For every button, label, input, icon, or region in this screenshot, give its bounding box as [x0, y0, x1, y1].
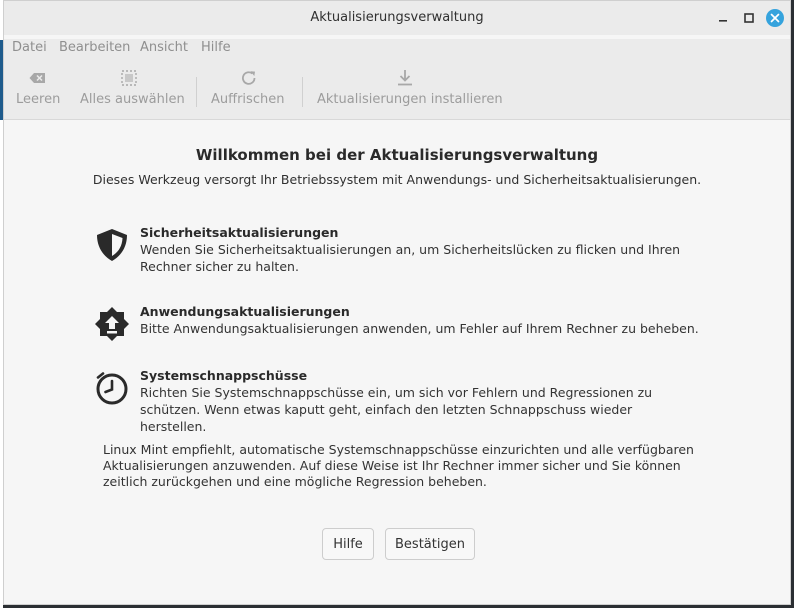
title-bar[interactable]: Aktualisierungsverwaltung — [4, 1, 790, 35]
backspace-icon — [29, 73, 45, 83]
clear-button[interactable]: Leeren — [16, 59, 62, 115]
feature-security: Sicherheitsaktualisierungen Wenden Sie S… — [94, 225, 714, 287]
download-icon — [398, 70, 412, 86]
clear-label: Leeren — [16, 92, 61, 107]
menu-edit[interactable]: Bearbeiten — [59, 40, 130, 55]
feature-applications-title: Anwendungsaktualisierungen — [140, 304, 350, 319]
close-icon — [770, 13, 780, 23]
feature-snapshots-title: Systemschnappschüsse — [140, 368, 308, 383]
install-updates-button[interactable]: Aktualisierungen installieren — [317, 59, 503, 115]
welcome-panel: Willkommen bei der Aktualisierungsverwal… — [4, 120, 790, 604]
menu-help[interactable]: Hilfe — [201, 40, 231, 55]
refresh-icon — [242, 71, 256, 85]
menu-bar: Datei Bearbeiten Ansicht Hilfe — [4, 39, 790, 59]
select-all-icon — [121, 70, 137, 86]
select-all-button[interactable]: Alles auswählen — [80, 59, 185, 115]
window-title: Aktualisierungsverwaltung — [310, 10, 484, 25]
maximize-icon — [744, 13, 754, 23]
help-button[interactable]: Hilfe — [322, 528, 374, 560]
menu-file[interactable]: Datei — [12, 40, 47, 55]
minimize-icon — [719, 20, 727, 22]
update-manager-window: Aktualisierungsverwaltung Datei Bearbeit… — [3, 0, 791, 605]
toolbar-separator — [196, 77, 197, 107]
maximize-button[interactable] — [740, 9, 758, 27]
refresh-button[interactable]: Auffrischen — [211, 59, 285, 115]
select-all-label: Alles auswählen — [80, 92, 185, 107]
confirm-button[interactable]: Bestätigen — [385, 528, 475, 560]
feature-security-description: Wenden Sie Sicherheitsaktualisierungen a… — [140, 242, 681, 274]
package-update-icon — [95, 307, 129, 341]
feature-snapshots: Systemschnappschüsse Richten Sie Systems… — [94, 368, 714, 434]
feature-snapshots-description: Richten Sie Systemschnappschüsse ein, um… — [140, 385, 653, 434]
clock-icon — [96, 372, 128, 405]
feature-applications-description: Bitte Anwendungsaktualisierungen anwende… — [140, 321, 699, 336]
feature-security-title: Sicherheitsaktualisierungen — [140, 225, 339, 240]
feature-applications: Anwendungsaktualisierungen Bitte Anwendu… — [94, 304, 714, 366]
install-updates-label: Aktualisierungen installieren — [317, 92, 503, 107]
toolbar: Leeren Alles auswählen Auffrischen Aktua… — [4, 59, 790, 120]
refresh-label: Auffrischen — [211, 92, 285, 107]
welcome-subtitle: Dieses Werkzeug versorgt Ihr Betriebssys… — [92, 172, 702, 187]
welcome-title: Willkommen bei der Aktualisierungsverwal… — [195, 146, 599, 164]
toolbar-separator — [302, 77, 303, 107]
recommendation-note: Linux Mint empfiehlt, automatische Syste… — [103, 442, 694, 489]
menu-view[interactable]: Ansicht — [140, 40, 188, 55]
close-button[interactable] — [766, 9, 784, 27]
shield-icon — [97, 229, 127, 261]
minimize-button[interactable] — [714, 9, 732, 27]
